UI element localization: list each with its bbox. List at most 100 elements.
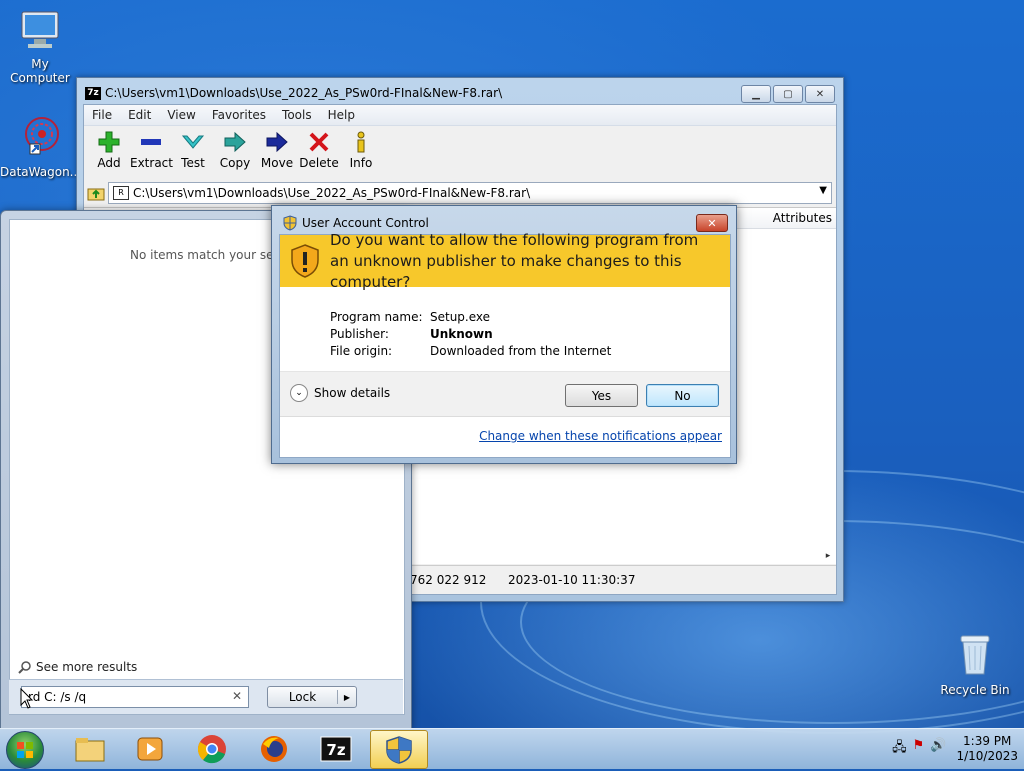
search-icon bbox=[18, 661, 31, 674]
status-date: 2023-01-10 11:30:37 bbox=[508, 573, 636, 587]
extract-button[interactable]: Extract bbox=[130, 130, 173, 180]
clear-search-icon[interactable]: ✕ bbox=[232, 689, 242, 703]
no-button[interactable]: No bbox=[646, 384, 719, 407]
see-more-label: See more results bbox=[36, 660, 138, 674]
lock-button[interactable]: Lock ▶ bbox=[267, 686, 357, 708]
info-button[interactable]: Info bbox=[340, 130, 382, 180]
file-origin-label: File origin: bbox=[330, 344, 393, 358]
desktop-icon-datawagon[interactable]: DataWagon... bbox=[0, 114, 82, 179]
copy-icon bbox=[214, 130, 256, 154]
desktop-icon-label: DataWagon... bbox=[0, 165, 82, 179]
firefox-icon bbox=[261, 735, 287, 762]
clock-date: 1/10/2023 bbox=[956, 749, 1018, 763]
7zip-titlebar[interactable]: 7z C:\Users\vm1\Downloads\Use_2022_As_PS… bbox=[85, 86, 502, 100]
no-results-text: No items match your search. bbox=[130, 248, 280, 262]
info-label: Info bbox=[349, 156, 373, 170]
start-search-input[interactable]: rd C: /s /q ✕ bbox=[21, 686, 249, 708]
address-dropdown-icon[interactable]: ▼ bbox=[819, 185, 827, 196]
menu-view[interactable]: View bbox=[167, 108, 195, 122]
uac-dialog[interactable]: User Account Control ✕ Do you want to al… bbox=[271, 205, 737, 464]
recycle-bin-icon bbox=[935, 630, 1015, 681]
media-player-icon bbox=[137, 737, 163, 760]
folder-icon bbox=[75, 737, 105, 761]
menu-bar: File Edit View Favorites Tools Help bbox=[84, 105, 836, 126]
extract-label: Extract bbox=[130, 156, 173, 170]
divider bbox=[280, 416, 730, 417]
menu-edit[interactable]: Edit bbox=[128, 108, 151, 122]
start-search-area: rd C: /s /q ✕ Lock ▶ bbox=[9, 679, 403, 714]
uac-program-info: Program name: Setup.exe Publisher: Unknown… bbox=[330, 309, 611, 360]
maximize-button[interactable]: ▢ bbox=[773, 85, 803, 103]
menu-favorites[interactable]: Favorites bbox=[212, 108, 266, 122]
mouse-cursor-icon bbox=[20, 688, 34, 709]
uac-warning-banner: Do you want to allow the following progr… bbox=[280, 231, 730, 291]
test-button[interactable]: Test bbox=[172, 130, 214, 180]
taskbar-firefox[interactable] bbox=[246, 730, 302, 767]
column-attributes[interactable]: Attributes bbox=[773, 211, 832, 225]
taskbar-windows-explorer[interactable] bbox=[62, 730, 118, 767]
close-button[interactable]: ✕ bbox=[805, 85, 835, 103]
start-button[interactable] bbox=[6, 731, 44, 769]
svg-text:7z: 7z bbox=[326, 741, 345, 759]
copy-button[interactable]: Copy bbox=[214, 130, 256, 180]
uac-shield-icon bbox=[386, 735, 412, 764]
add-label: Add bbox=[97, 156, 121, 170]
clock-time: 1:39 PM bbox=[963, 734, 1012, 748]
delete-label: Delete bbox=[299, 156, 339, 170]
window-title: C:\Users\vm1\Downloads\Use_2022_As_PSw0r… bbox=[105, 86, 503, 100]
address-field[interactable]: R C:\Users\vm1\Downloads\Use_2022_As_PSw… bbox=[108, 182, 832, 204]
scroll-right-arrow[interactable]: ▸ bbox=[820, 548, 836, 564]
search-input-value: rd C: /s /q bbox=[28, 690, 87, 704]
add-button[interactable]: Add bbox=[88, 130, 130, 180]
taskbar-uac-prompt[interactable] bbox=[370, 730, 428, 769]
change-notifications-link[interactable]: Change when these notifications appear bbox=[479, 429, 722, 443]
menu-help[interactable]: Help bbox=[328, 108, 355, 122]
clock[interactable]: 1:39 PM 1/10/2023 bbox=[956, 734, 1018, 764]
desktop-icon-label: My Computer bbox=[10, 57, 70, 85]
move-button[interactable]: Move bbox=[256, 130, 298, 180]
delete-icon bbox=[298, 130, 340, 154]
volume-icon[interactable]: 🔊 bbox=[930, 738, 946, 760]
archive-icon: R bbox=[113, 186, 129, 200]
address-bar: R C:\Users\vm1\Downloads\Use_2022_As_PSw… bbox=[84, 181, 836, 205]
test-icon bbox=[172, 130, 214, 154]
desktop-icon-my-computer[interactable]: My Computer bbox=[0, 8, 80, 85]
chevron-down-icon: ⌄ bbox=[290, 384, 308, 402]
system-tray: 🖧 ⚑ 🔊 1:39 PM 1/10/2023 bbox=[892, 729, 1018, 769]
uac-shield-icon bbox=[282, 215, 298, 234]
show-details-label: Show details bbox=[314, 386, 391, 400]
menu-file[interactable]: File bbox=[92, 108, 112, 122]
menu-tools[interactable]: Tools bbox=[282, 108, 312, 122]
show-details-toggle[interactable]: ⌄ Show details bbox=[290, 384, 390, 402]
publisher-value: Unknown bbox=[430, 327, 493, 341]
publisher-label: Publisher: bbox=[330, 327, 389, 341]
taskbar-media-player[interactable] bbox=[122, 730, 178, 767]
action-center-flag-icon[interactable]: ⚑ bbox=[913, 738, 925, 760]
minimize-button[interactable]: ▁ bbox=[741, 85, 771, 103]
7zip-icon: 7z bbox=[320, 736, 352, 761]
lock-label: Lock bbox=[268, 690, 338, 704]
see-more-results-link[interactable]: See more results bbox=[18, 660, 137, 674]
computer-icon bbox=[0, 8, 80, 55]
taskbar-chrome[interactable] bbox=[184, 730, 240, 767]
uac-title: User Account Control bbox=[302, 216, 429, 230]
desktop-icon-label: Recycle Bin bbox=[940, 683, 1010, 697]
shutdown-options-arrow-icon[interactable]: ▶ bbox=[338, 693, 356, 702]
yes-button[interactable]: Yes bbox=[565, 384, 638, 407]
desktop-icon-recycle-bin[interactable]: Recycle Bin bbox=[935, 630, 1015, 697]
delete-button[interactable]: Delete bbox=[298, 130, 340, 180]
warning-shield-icon bbox=[280, 244, 330, 278]
extract-icon bbox=[130, 130, 172, 154]
test-label: Test bbox=[181, 156, 205, 170]
address-text: C:\Users\vm1\Downloads\Use_2022_As_PSw0r… bbox=[133, 186, 531, 200]
taskbar-7zip[interactable]: 7z bbox=[308, 730, 364, 767]
folder-up-button[interactable] bbox=[84, 183, 108, 203]
move-icon bbox=[256, 130, 298, 154]
folder-up-icon bbox=[87, 188, 105, 201]
windows-logo-icon bbox=[17, 742, 33, 758]
chrome-icon bbox=[197, 734, 226, 763]
network-icon[interactable]: 🖧 bbox=[892, 738, 907, 760]
uac-question: Do you want to allow the following progr… bbox=[330, 230, 699, 291]
program-name-value: Setup.exe bbox=[430, 310, 491, 324]
copy-label: Copy bbox=[219, 156, 251, 170]
